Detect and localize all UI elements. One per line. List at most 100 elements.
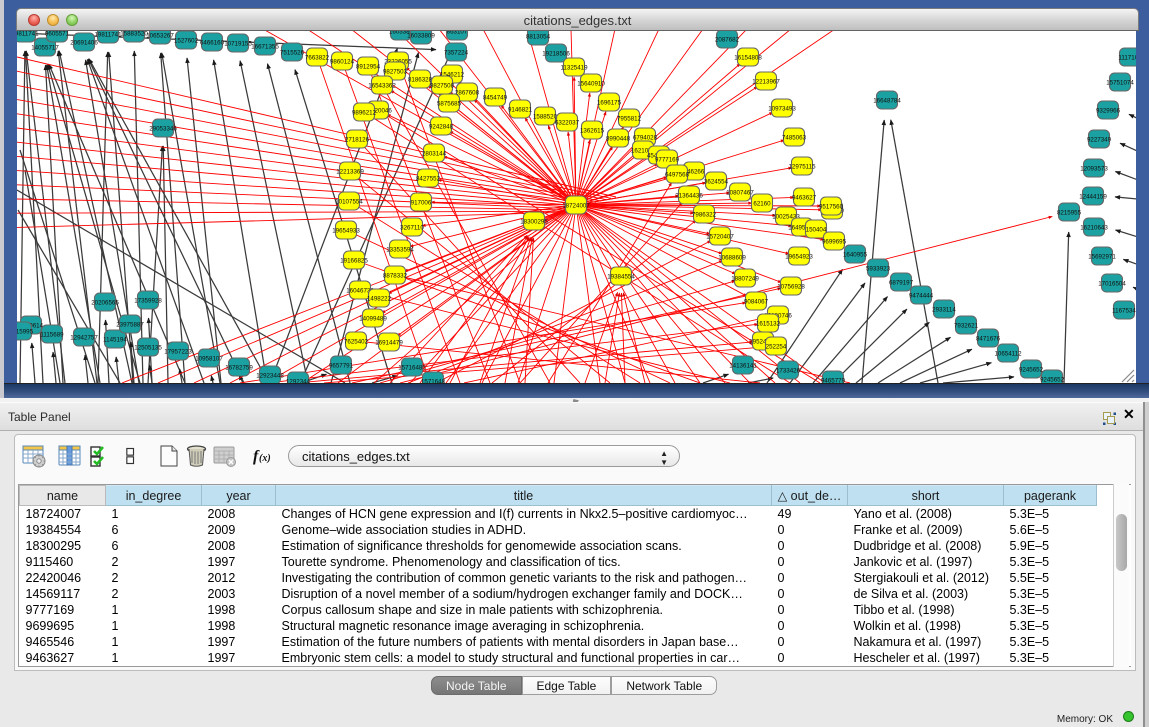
svg-text:2933114: 2933114 [932, 306, 956, 313]
svg-text:19811741: 19811741 [17, 31, 39, 37]
svg-text:252254: 252254 [766, 343, 787, 350]
svg-text:6466160: 6466160 [200, 39, 225, 46]
svg-text:1588520: 1588520 [533, 113, 558, 120]
svg-text:1117104: 1117104 [1118, 54, 1136, 61]
svg-text:2867608: 2867608 [455, 89, 480, 96]
svg-text:9245652: 9245652 [1040, 376, 1065, 383]
svg-text:8471676: 8471676 [976, 335, 1001, 342]
svg-text:12213967: 12213967 [752, 78, 780, 85]
svg-text:15716485: 15716485 [398, 364, 426, 371]
svg-text:10958107: 10958107 [195, 355, 223, 362]
svg-text:9474444: 9474444 [909, 292, 934, 299]
svg-text:3915995: 3915995 [17, 328, 34, 335]
svg-text:1696175: 1696175 [597, 99, 622, 106]
svg-text:2803144: 2803144 [422, 150, 447, 157]
svg-text:1145194: 1145194 [103, 336, 127, 343]
svg-text:9517560: 9517560 [819, 203, 844, 210]
svg-text:15883520: 15883520 [120, 31, 148, 37]
svg-text:10688609: 10688609 [718, 254, 746, 261]
svg-text:9329966: 9329966 [1096, 107, 1121, 114]
svg-text:9245652: 9245652 [1019, 366, 1044, 373]
svg-text:16782759: 16782759 [225, 364, 253, 371]
svg-text:8912954: 8912954 [356, 63, 381, 70]
svg-text:12942757: 12942757 [70, 334, 98, 341]
svg-text:12975115: 12975115 [788, 163, 816, 170]
svg-text:6322037: 6322037 [555, 119, 580, 126]
svg-text:13353594: 13353594 [386, 246, 414, 253]
svg-text:3267110: 3267110 [400, 224, 424, 231]
svg-text:1615132: 1615132 [756, 320, 781, 327]
svg-text:62160: 62160 [753, 200, 771, 207]
svg-text:15751074: 15751074 [1106, 79, 1134, 86]
svg-text:8878332: 8878332 [383, 272, 408, 279]
svg-text:9827508: 9827508 [430, 82, 455, 89]
svg-text:9084067: 9084067 [744, 298, 769, 305]
svg-text:9146821: 9146821 [508, 106, 533, 113]
svg-text:1733426: 1733426 [776, 367, 801, 374]
svg-text:19166825: 19166825 [340, 257, 368, 264]
svg-text:9896212: 9896212 [352, 109, 377, 116]
svg-text:14136141: 14136141 [729, 362, 757, 369]
svg-text:9227349: 9227349 [1087, 136, 1112, 143]
svg-text:10719155: 10719155 [224, 40, 252, 47]
svg-text:7485063: 7485063 [782, 134, 807, 141]
svg-text:18300295: 18300295 [520, 218, 548, 225]
svg-text:3624554: 3624554 [704, 178, 729, 185]
svg-text:16154808: 16154808 [734, 54, 762, 61]
svg-text:16648784: 16648784 [873, 97, 901, 104]
svg-text:18724007: 18724007 [562, 202, 590, 209]
svg-text:18807249: 18807249 [731, 275, 759, 282]
svg-text:9242848: 9242848 [429, 123, 454, 130]
svg-text:14099489: 14099489 [359, 315, 387, 322]
svg-text:17359928: 17359928 [134, 297, 162, 304]
svg-text:1167534: 1167534 [1112, 307, 1136, 314]
svg-text:2718126: 2718126 [345, 136, 370, 143]
svg-text:20691406: 20691406 [70, 39, 98, 46]
svg-text:15692971: 15692971 [1088, 253, 1116, 260]
svg-text:20206565: 20206565 [91, 299, 119, 306]
svg-text:9699695: 9699695 [822, 238, 847, 245]
svg-text:10653267: 10653267 [146, 32, 174, 39]
svg-text:917006: 917006 [411, 199, 432, 206]
svg-text:12213369: 12213369 [336, 168, 364, 175]
svg-text:8454749: 8454749 [483, 94, 508, 101]
svg-text:6879197: 6879197 [889, 279, 914, 286]
svg-text:6794028: 6794028 [633, 134, 658, 141]
svg-text:7955812: 7955812 [617, 115, 642, 122]
svg-text:1498222: 1498222 [367, 295, 392, 302]
svg-text:12923448: 12923448 [256, 372, 284, 379]
svg-text:16671355: 16671355 [251, 43, 279, 50]
svg-text:8813054: 8813054 [526, 33, 551, 40]
svg-text:16033809: 16033809 [407, 32, 435, 39]
svg-text:19811741: 19811741 [94, 31, 122, 38]
svg-text:29053346: 29053346 [149, 125, 177, 132]
svg-text:10973493: 10973493 [768, 105, 796, 112]
svg-text:8215955: 8215955 [1057, 209, 1082, 216]
svg-text:19654933: 19654933 [332, 227, 360, 234]
svg-text:6497568: 6497568 [665, 171, 690, 178]
svg-text:7932621: 7932621 [954, 322, 979, 329]
svg-text:150404: 150404 [806, 226, 827, 233]
svg-text:12093573: 12093573 [1080, 165, 1108, 172]
svg-text:5933923: 5933923 [866, 265, 891, 272]
svg-text:11325419: 11325419 [560, 64, 588, 71]
svg-text:7986322: 7986322 [692, 211, 717, 218]
svg-text:9827503: 9827503 [383, 68, 408, 75]
svg-text:7663822: 7663822 [305, 54, 330, 61]
svg-text:9657791: 9657791 [329, 362, 354, 369]
svg-text:2087682: 2087682 [715, 36, 740, 43]
svg-text:1115689: 1115689 [40, 331, 64, 338]
svg-text:16210643: 16210643 [1080, 224, 1108, 231]
svg-text:16543362: 16543362 [368, 82, 396, 89]
svg-text:12444159: 12444159 [1079, 193, 1107, 200]
svg-text:19384554: 19384554 [607, 273, 635, 280]
svg-text:15640910: 15640910 [577, 80, 605, 87]
svg-text:15720407: 15720407 [706, 233, 734, 240]
svg-text:1640955: 1640955 [843, 251, 868, 258]
svg-text:14055717: 14055717 [31, 44, 59, 51]
svg-text:(x): (x) [259, 453, 271, 464]
svg-text:23975887: 23975887 [116, 321, 144, 328]
svg-text:1362615: 1362615 [580, 127, 605, 134]
svg-text:9463627: 9463627 [792, 194, 817, 201]
svg-text:863107: 863107 [447, 31, 468, 35]
